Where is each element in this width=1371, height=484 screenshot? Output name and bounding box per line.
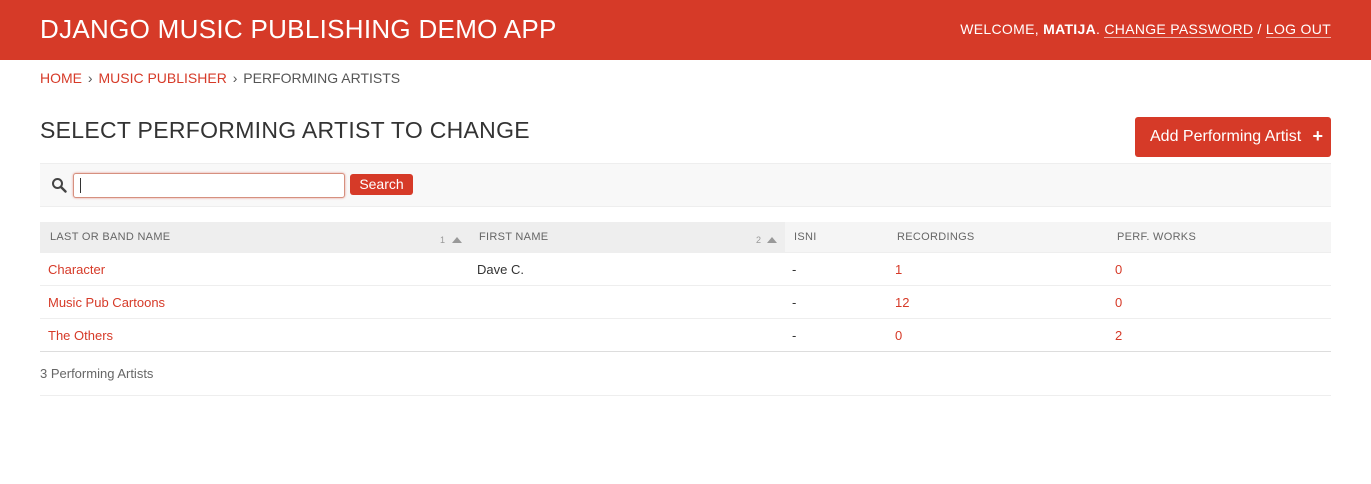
paginator: 3 Performing Artists	[40, 352, 1331, 396]
sort-ascending-icon[interactable]	[767, 237, 777, 243]
artist-name-link[interactable]: Character	[48, 262, 105, 277]
table-row: Music Pub Cartoons - 12 0	[40, 286, 1331, 319]
table-row: Character Dave C. - 1 0	[40, 253, 1331, 286]
log-out-link[interactable]: LOG OUT	[1265, 21, 1331, 38]
search-toolbar: Search	[40, 163, 1331, 207]
add-button-label: Add Performing Artist	[1150, 128, 1302, 145]
breadcrumb-separator: ›	[87, 70, 93, 86]
user-tools-separator: /	[1253, 21, 1266, 37]
site-header: DJANGO MUSIC PUBLISHING DEMO APP WELCOME…	[0, 0, 1371, 60]
site-branding[interactable]: DJANGO MUSIC PUBLISHING DEMO APP	[40, 14, 557, 45]
artist-name-link[interactable]: Music Pub Cartoons	[48, 295, 165, 310]
user-tools: WELCOME, MATIJA. CHANGE PASSWORD / LOG O…	[960, 21, 1331, 38]
perf-works-link[interactable]: 0	[1115, 295, 1122, 310]
column-header-isni[interactable]: ISNI	[794, 231, 817, 243]
breadcrumb-current: PERFORMING ARTISTS	[243, 70, 401, 86]
isni-cell: -	[792, 295, 797, 310]
breadcrumb: HOME › MUSIC PUBLISHER › PERFORMING ARTI…	[40, 70, 400, 86]
recordings-link[interactable]: 12	[895, 295, 909, 310]
sort-priority-2: 2	[756, 235, 762, 245]
sort-ascending-icon[interactable]	[452, 237, 462, 243]
breadcrumb-home[interactable]: HOME	[40, 70, 82, 86]
column-header-perf-works[interactable]: PERF. WORKS	[1117, 231, 1196, 243]
page-title: SELECT PERFORMING ARTIST TO CHANGE	[40, 117, 530, 143]
isni-cell: -	[792, 262, 797, 277]
first-name-cell: Dave C.	[477, 262, 524, 277]
breadcrumb-music-publisher[interactable]: MUSIC PUBLISHER	[98, 70, 226, 86]
table-header: LAST OR BAND NAME 1 FIRST NAME 2 ISNI RE…	[40, 222, 1331, 253]
isni-cell: -	[792, 328, 797, 343]
artist-name-link[interactable]: The Others	[48, 328, 113, 343]
column-header-recordings[interactable]: RECORDINGS	[897, 231, 975, 243]
column-header-first-name[interactable]: FIRST NAME	[479, 231, 548, 243]
search-icon	[52, 178, 67, 193]
add-performing-artist-button[interactable]: Add Performing Artist +	[1135, 117, 1331, 157]
breadcrumb-separator: ›	[232, 70, 238, 86]
table-row: The Others - 0 2	[40, 319, 1331, 352]
column-header-last-or-band-name[interactable]: LAST OR BAND NAME	[50, 231, 170, 243]
username: MATIJA	[1043, 21, 1096, 37]
recordings-link[interactable]: 0	[895, 328, 902, 343]
search-input[interactable]	[73, 173, 345, 198]
search-button[interactable]: Search	[350, 174, 413, 195]
perf-works-link[interactable]: 2	[1115, 328, 1122, 343]
recordings-link[interactable]: 1	[895, 262, 902, 277]
welcome-prefix: WELCOME,	[960, 21, 1044, 37]
perf-works-link[interactable]: 0	[1115, 262, 1122, 277]
results-table: LAST OR BAND NAME 1 FIRST NAME 2 ISNI RE…	[40, 222, 1331, 352]
change-password-link[interactable]: CHANGE PASSWORD	[1104, 21, 1254, 38]
plus-icon: +	[1312, 126, 1323, 146]
sort-priority-1: 1	[440, 235, 446, 245]
